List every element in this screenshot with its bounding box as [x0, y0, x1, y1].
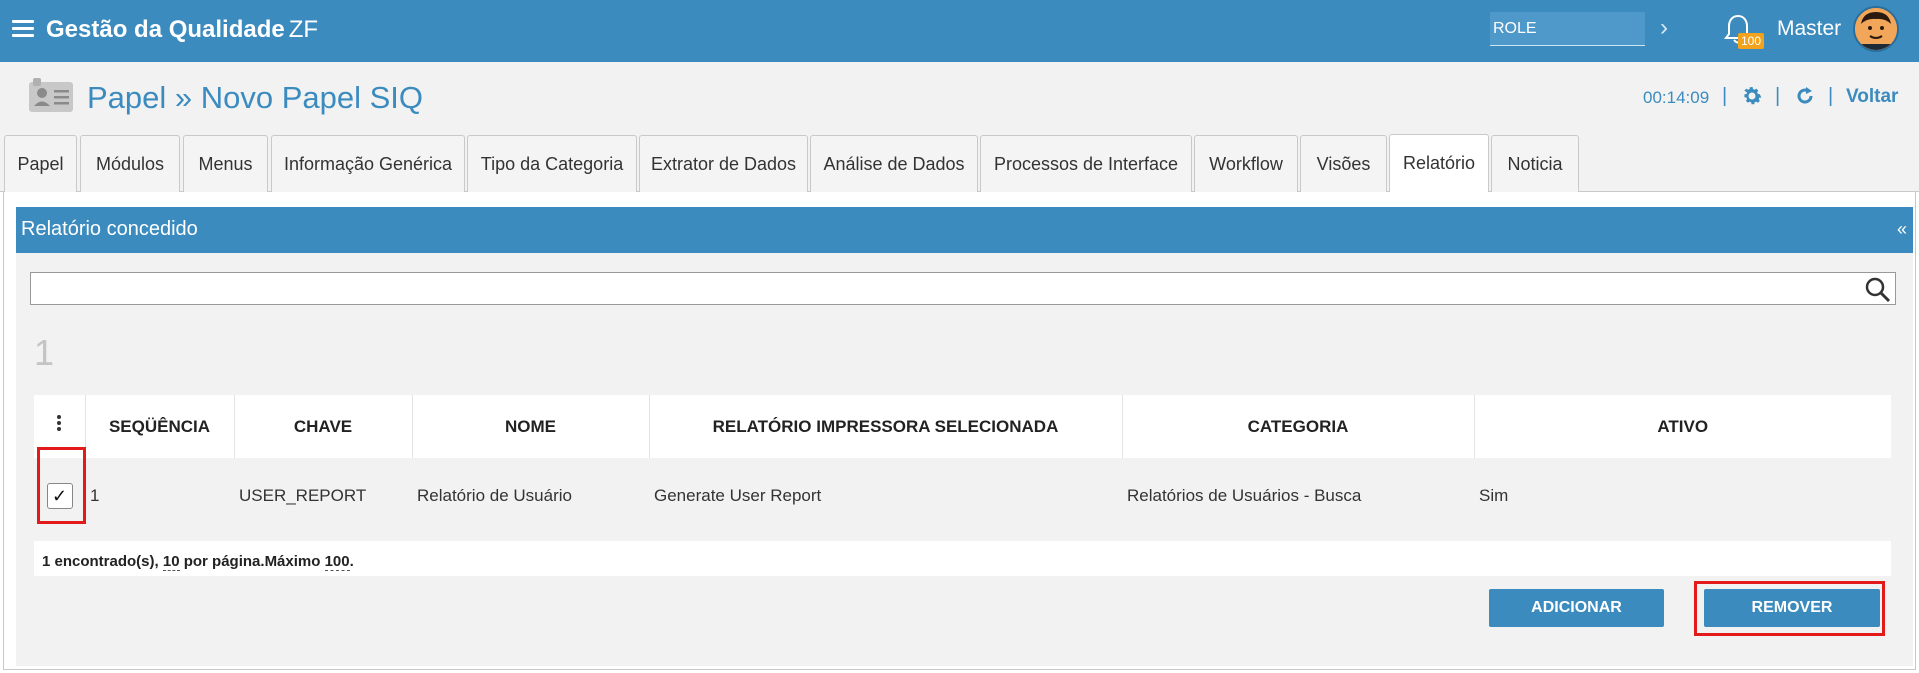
record-count: 1 [34, 332, 55, 373]
refresh-icon[interactable] [1793, 84, 1817, 108]
chevron-right-icon[interactable]: › [1660, 14, 1668, 42]
row-checkbox[interactable]: ✓ [46, 482, 73, 509]
tab-workflow[interactable]: Workflow [1194, 135, 1298, 192]
column-header[interactable]: SEQÜÊNCIA [85, 395, 235, 458]
panel-title: Relatório concedido [21, 218, 198, 240]
app-title-suffix: ZF [288, 16, 319, 43]
remove-button[interactable]: REMOVER [1704, 589, 1880, 627]
pagination-info: 1 encontrado(s), 10 por página.Máximo 10… [34, 541, 1891, 576]
separator: | [1828, 85, 1834, 107]
avatar[interactable] [1853, 6, 1899, 52]
per-page-text: por página. [183, 553, 265, 570]
menu-icon[interactable] [12, 20, 34, 38]
session-timer: 00:14:09 [1643, 88, 1710, 107]
tab-informacao-generica[interactable]: Informação Genérica [271, 135, 465, 192]
max-label: Máximo [264, 553, 321, 570]
app-title-text: Gestão da Qualidade [46, 16, 285, 43]
tab-processos-de-interface[interactable]: Processos de Interface [980, 135, 1192, 192]
tab-tipo-da-categoria[interactable]: Tipo da Categoria [467, 135, 637, 192]
user-name[interactable]: Master [1777, 17, 1841, 41]
data-table: SEQÜÊNCIA CHAVE NOME RELATÓRIO IMPRESSOR… [34, 395, 1891, 533]
per-page-selector[interactable]: 10 [162, 553, 180, 571]
add-button[interactable]: ADICIONAR [1489, 589, 1664, 627]
tab-noticia[interactable]: Noticia [1491, 135, 1579, 192]
column-options-icon[interactable] [34, 395, 86, 458]
table-header-row: SEQÜÊNCIA CHAVE NOME RELATÓRIO IMPRESSOR… [34, 395, 1891, 458]
tab-analise-de-dados[interactable]: Análise de Dados [810, 135, 978, 192]
separator: | [1775, 85, 1781, 107]
table-cell: Generate User Report [649, 458, 1122, 533]
page-header: Papel » Novo Papel SIQ 00:14:09 | | | Vo… [0, 62, 1919, 132]
panel-body: 1 SEQÜÊNCIA CHAVE NOME RELATÓRIO IMPRESS… [16, 253, 1913, 666]
back-link[interactable]: Voltar [1846, 86, 1898, 108]
row-select-cell: ✓ [34, 458, 85, 533]
column-header[interactable]: NOME [412, 395, 650, 458]
search-icon[interactable] [1865, 277, 1891, 303]
gear-icon[interactable] [1740, 84, 1764, 108]
page-title: Papel » Novo Papel SIQ [87, 80, 424, 115]
table-cell: Relatórios de Usuários - Busca [1122, 458, 1474, 533]
collapse-button[interactable]: « [1897, 219, 1907, 240]
notification-badge: 100 [1738, 33, 1765, 49]
table-cell: USER_REPORT [234, 458, 412, 533]
footer-end: . [349, 553, 354, 570]
table-row[interactable]: ✓ 1 USER_REPORT Relatório de Usuário Gen… [34, 458, 1891, 533]
app-title: Gestão da Qualidade ZF [46, 16, 318, 44]
found-count: 1 encontrado(s), [42, 553, 159, 570]
tab-extrator-de-dados[interactable]: Extrator de Dados [639, 135, 808, 192]
tab-bar: Papel Módulos Menus Informação Genérica … [0, 132, 1919, 192]
panel-header: Relatório concedido « [16, 207, 1913, 253]
column-header[interactable]: CATEGORIA [1122, 395, 1475, 458]
separator: | [1722, 85, 1728, 107]
tab-relatorio[interactable]: Relatório [1389, 134, 1489, 192]
table-cell: Relatório de Usuário [412, 458, 649, 533]
id-card-icon [29, 78, 73, 112]
tab-modulos[interactable]: Módulos [80, 135, 180, 192]
top-bar: Gestão da QualidadeZF › 100 Master [0, 0, 1919, 62]
column-header[interactable]: ATIVO [1474, 395, 1891, 458]
role-input[interactable] [1490, 12, 1645, 46]
tab-content: Relatório concedido « 1 SEQÜÊNCIA CHAVE … [3, 192, 1916, 670]
tab-papel[interactable]: Papel [4, 135, 77, 192]
tab-visoes[interactable]: Visões [1300, 135, 1387, 192]
table-cell: Sim [1474, 458, 1891, 533]
table-cell: 1 [85, 458, 234, 533]
max-value[interactable]: 100 [324, 553, 350, 571]
column-header[interactable]: CHAVE [234, 395, 413, 458]
column-header[interactable]: RELATÓRIO IMPRESSORA SELECIONADA [649, 395, 1123, 458]
tab-menus[interactable]: Menus [183, 135, 268, 192]
search-input[interactable] [30, 272, 1896, 305]
